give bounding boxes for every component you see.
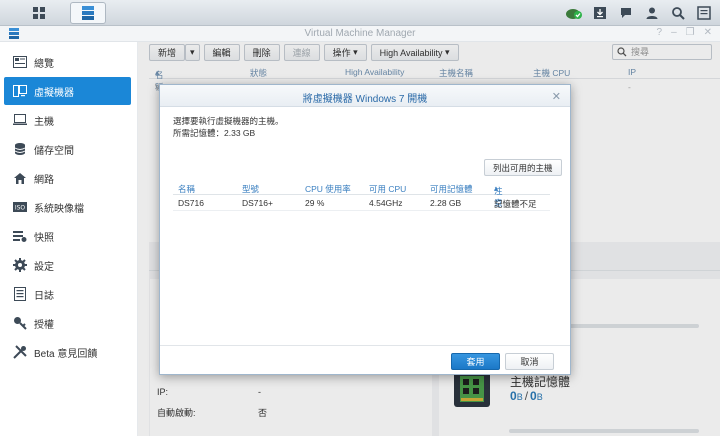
- list-available-hosts-button[interactable]: 列出可用的主機: [484, 159, 562, 176]
- sidebar-item-host[interactable]: 主機: [4, 106, 131, 134]
- sidebar-item-vm[interactable]: 虛擬機器: [4, 77, 131, 105]
- close-icon[interactable]: ✕: [704, 27, 712, 38]
- column-model[interactable]: 型號: [242, 183, 259, 195]
- sidebar-item-snapshot[interactable]: 快照: [4, 222, 131, 250]
- image-icon: ISO: [12, 199, 28, 215]
- column-cpu-available[interactable]: 可用 CPU: [369, 183, 406, 195]
- sidebar-item-license[interactable]: 授權: [4, 309, 131, 337]
- vm-icon: [12, 83, 28, 99]
- column-note[interactable]: 注意 ▴: [494, 183, 503, 208]
- dialog-instruction: 選擇要執行虛擬機器的主機。: [173, 116, 284, 126]
- close-icon[interactable]: ✕: [552, 90, 561, 103]
- widgets-icon[interactable]: [694, 3, 714, 23]
- apply-button[interactable]: 套用: [451, 353, 500, 370]
- minimize-icon[interactable]: –: [671, 27, 677, 38]
- cloud-status-icon[interactable]: [564, 3, 584, 23]
- sidebar-item-storage[interactable]: 儲存空間: [4, 135, 131, 163]
- grid-icon: [33, 7, 45, 19]
- dialog-footer: [160, 345, 570, 346]
- dialog-title: 將虛擬機器 Windows 7 開機: [302, 94, 428, 105]
- dialog-header: 將虛擬機器 Windows 7 開機 ✕: [160, 85, 570, 107]
- table-row[interactable]: DS716 DS716+ 29 % 4.54GHz 2.28 GB 記憶體不足: [173, 196, 550, 211]
- dsm-taskbar: [0, 0, 720, 26]
- sidebar-item-log[interactable]: 日誌: [4, 280, 131, 308]
- window-title: Virtual Machine Manager: [304, 28, 416, 39]
- sidebar: 總覽 虛擬機器 主機 儲存空間 網路 ISO 系統映像檔 快照 設定 日誌 授權…: [0, 42, 138, 436]
- download-icon[interactable]: [590, 3, 610, 23]
- sidebar-item-feedback[interactable]: Beta 意見回饋: [4, 338, 131, 366]
- snapshot-icon: [12, 228, 28, 244]
- log-icon: [12, 286, 28, 302]
- key-icon: [12, 315, 28, 331]
- sidebar-item-images[interactable]: ISO 系統映像檔: [4, 193, 131, 221]
- sidebar-item-overview[interactable]: 總覽: [4, 48, 131, 76]
- network-icon: [12, 170, 28, 186]
- power-on-dialog: 將虛擬機器 Windows 7 開機 ✕ 選擇要執行虛擬機器的主機。 所需記憶體…: [159, 84, 571, 375]
- window-titlebar: Virtual Machine Manager ? – ❐ ✕: [0, 26, 720, 42]
- host-table-header: 名稱 型號 CPU 使用率 可用 CPU 可用記憶體 注意 ▴: [173, 181, 550, 208]
- overview-icon: [12, 54, 28, 70]
- user-icon[interactable]: [642, 3, 662, 23]
- vmm-taskbar-button[interactable]: [70, 2, 106, 24]
- column-cpu-usage[interactable]: CPU 使用率: [305, 183, 351, 195]
- search-icon[interactable]: [668, 3, 688, 23]
- column-name[interactable]: 名稱: [178, 183, 195, 195]
- cancel-button[interactable]: 取消: [505, 353, 554, 370]
- help-icon[interactable]: ?: [657, 27, 663, 38]
- host-icon: [12, 112, 28, 128]
- gear-icon: [12, 257, 28, 273]
- maximize-icon[interactable]: ❐: [686, 27, 695, 38]
- column-memory-available[interactable]: 可用記憶體: [430, 183, 473, 195]
- server-stack-icon: [82, 6, 94, 20]
- storage-icon: [12, 141, 28, 157]
- required-memory: 所需記憶體：2.33 GB: [173, 128, 256, 138]
- sidebar-item-settings[interactable]: 設定: [4, 251, 131, 279]
- sidebar-item-network[interactable]: 網路: [4, 164, 131, 192]
- chat-icon[interactable]: [616, 3, 636, 23]
- tools-icon: [12, 344, 28, 360]
- main-menu-button[interactable]: [21, 2, 57, 24]
- svg-text:ISO: ISO: [15, 205, 26, 212]
